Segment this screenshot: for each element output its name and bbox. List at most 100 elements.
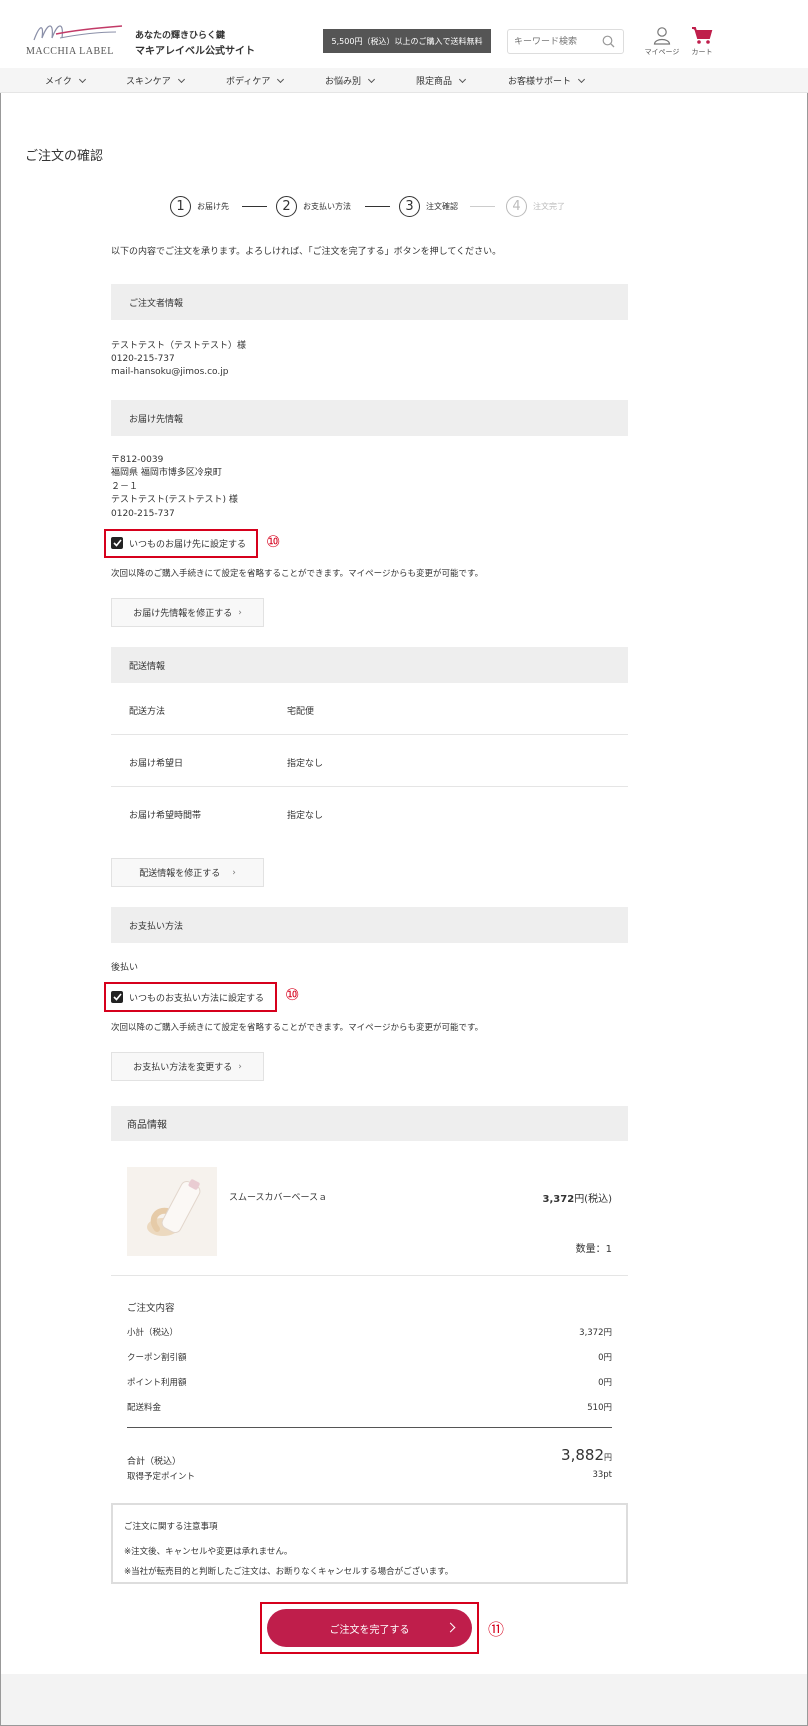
step-number: 1 — [170, 195, 191, 217]
shipping-value: 宅配便 — [287, 707, 315, 717]
cart-link[interactable]: カート — [688, 26, 716, 57]
shipping-heading: 配送情報 — [111, 647, 628, 683]
button-label: お支払い方法を変更する — [133, 1063, 233, 1073]
orderer-phone: 0120-215-737 — [111, 354, 175, 364]
step-label: お支払い方法 — [303, 201, 351, 211]
nav-item-support[interactable]: お客様サポート — [508, 68, 586, 93]
notice-line: ※注文後、キャンセルや変更は承れません。 — [124, 1547, 293, 1557]
total-value: 3,882円 — [561, 1446, 612, 1464]
shipping-key: お届け希望時間帯 — [129, 811, 202, 821]
product-quantity: 数量：1 — [575, 1244, 612, 1255]
summary-row: ポイント利用額 0円 — [127, 1376, 612, 1390]
step-number: 4 — [506, 195, 527, 217]
product-price: 3,372円(税込) — [543, 1190, 612, 1205]
summary-divider — [127, 1427, 612, 1428]
nav-label: お客様サポート — [508, 77, 572, 87]
site-name: マキアレイベル公式サイト — [135, 46, 255, 57]
nav-label: お悩み別 — [325, 77, 362, 87]
page-title: ご注文の確認 — [25, 149, 104, 164]
nav-label: 限定商品 — [416, 77, 453, 87]
search-input[interactable] — [514, 30, 604, 53]
nav-item-makeup[interactable]: メイク — [45, 68, 86, 93]
product-image[interactable] — [127, 1167, 217, 1256]
button-label: お届け先情報を修正する — [133, 609, 233, 619]
shipping-key: お届け希望日 — [129, 759, 184, 769]
total-row: 合計（税込） 3,882円 — [127, 1446, 612, 1468]
cart-label: カート — [691, 48, 713, 56]
default-payment-checkbox[interactable]: いつものお支払い方法に設定する — [111, 987, 264, 1007]
global-nav: メイク スキンケア ボディケア お悩み別 限定商品 お客様サポート — [0, 68, 808, 93]
checkbox-checked-icon[interactable] — [111, 991, 123, 1003]
delivery-address: 福岡県 福岡市博多区冷泉町 — [111, 468, 222, 478]
summary-heading: ご注文内容 — [127, 1303, 175, 1314]
order-notice: ご注文に関する注意事項 ※注文後、キャンセルや変更は承れません。 ※当社が転売目… — [111, 1503, 628, 1584]
default-delivery-checkbox[interactable]: いつものお届け先に設定する — [111, 533, 246, 553]
mypage-label: マイページ — [644, 48, 680, 56]
chevron-right-icon: › — [238, 1061, 242, 1072]
complete-order-button[interactable]: ご注文を完了する — [267, 1609, 472, 1647]
nav-label: メイク — [45, 77, 72, 87]
annotation-badge-10: ⑩ — [266, 532, 281, 551]
summary-value: 510円 — [587, 1403, 612, 1413]
step-label: 注文確認 — [426, 201, 458, 211]
nav-item-concerns[interactable]: お悩み別 — [325, 68, 376, 93]
chevron-down-icon — [177, 75, 185, 83]
step-label: 注文完了 — [533, 201, 565, 211]
checkbox-checked-icon[interactable] — [111, 537, 123, 549]
mypage-link[interactable]: マイページ — [642, 26, 682, 57]
step-connector — [242, 206, 267, 207]
search-icon[interactable] — [602, 35, 615, 51]
step-3: 3 注文確認 — [399, 195, 458, 217]
nav-item-limited[interactable]: 限定商品 — [416, 68, 467, 93]
search-box[interactable] — [507, 29, 624, 54]
checkbox-label: いつものお届け先に設定する — [129, 539, 247, 550]
step-number: 2 — [276, 195, 297, 217]
chevron-right-icon: › — [238, 607, 242, 618]
annotation-badge-11: ⑪ — [488, 1620, 505, 1639]
step-number: 3 — [399, 195, 420, 217]
points-value: 33pt — [592, 1470, 612, 1480]
divider — [111, 1275, 628, 1276]
summary-label: ポイント利用額 — [127, 1378, 187, 1388]
payment-note: 次回以降のご購入手続きにて設定を省略することができます。マイページからも変更が可… — [111, 1023, 484, 1033]
points-label: 取得予定ポイント — [127, 1472, 196, 1482]
nav-item-bodycare[interactable]: ボディケア — [226, 68, 285, 93]
summary-value: 0円 — [598, 1353, 612, 1363]
delivery-phone: 0120-215-737 — [111, 509, 175, 519]
intro-text: 以下の内容でご注文を承ります。よろしければ、「ご注文を完了する」ボタンを押してく… — [111, 247, 502, 257]
change-payment-button[interactable]: お支払い方法を変更する › — [111, 1052, 264, 1081]
product-name[interactable]: スムースカバーベースａ — [229, 1190, 327, 1203]
delivery-name: テストテスト(テストテスト) 様 — [111, 495, 238, 505]
points-row: 取得予定ポイント 33pt — [127, 1470, 612, 1484]
notice-line: ※当社が転売目的と判断したご注文は、お断りなくキャンセルする場合がございます。 — [124, 1567, 454, 1577]
delivery-heading: お届け先情報 — [111, 400, 628, 436]
shipping-row: 配送方法 宅配便 — [111, 683, 628, 735]
delivery-address2: ２－１ — [111, 482, 139, 492]
button-label: ご注文を完了する — [329, 1624, 410, 1636]
total-number: 3,882 — [561, 1446, 604, 1464]
tagline: あなたの輝きひらく鍵 — [135, 31, 226, 41]
logo-mark-icon — [33, 25, 123, 41]
summary-label: クーポン割引額 — [127, 1353, 187, 1363]
orderer-email: mail-hansoku@jimos.co.jp — [111, 367, 229, 377]
step-connector — [470, 206, 495, 207]
payment-method: 後払い — [111, 963, 139, 973]
site-logo[interactable]: MACCHIA LABEL — [26, 16, 126, 60]
chevron-down-icon — [577, 75, 586, 83]
shipping-row: お届け希望日 指定なし — [111, 735, 628, 787]
nav-label: ボディケア — [226, 77, 271, 87]
summary-row: クーポン割引額 0円 — [127, 1351, 612, 1365]
shipping-value: 指定なし — [287, 811, 324, 821]
cart-icon — [692, 27, 713, 44]
delivery-zip: 〒812-0039 — [111, 455, 164, 465]
nav-label: スキンケア — [126, 77, 171, 87]
products-heading: 商品情報 — [111, 1106, 628, 1141]
shipping-key: 配送方法 — [129, 707, 166, 717]
checkbox-label: いつものお支払い方法に設定する — [129, 993, 265, 1004]
edit-delivery-button[interactable]: お届け先情報を修正する › — [111, 598, 264, 627]
nav-item-skincare[interactable]: スキンケア — [126, 68, 185, 93]
chevron-down-icon — [78, 75, 86, 83]
step-label: お届け先 — [197, 201, 229, 211]
edit-shipping-button[interactable]: 配送情報を修正する › — [111, 858, 264, 887]
price-number: 3,372 — [542, 1194, 575, 1205]
